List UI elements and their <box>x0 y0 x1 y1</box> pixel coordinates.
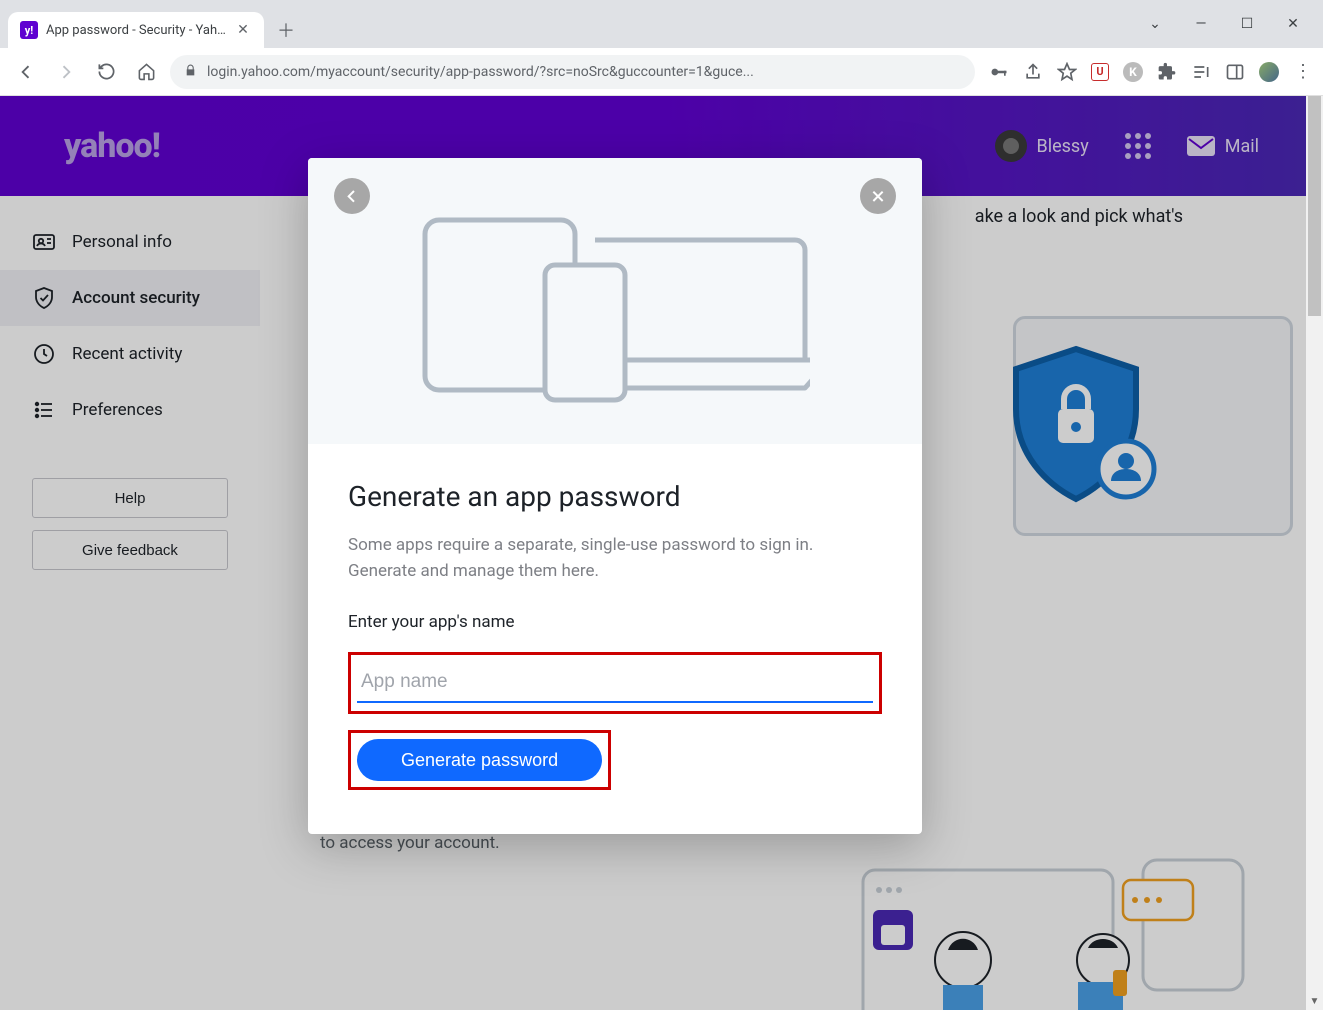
menu-icon[interactable]: ⋮ <box>1293 62 1313 82</box>
extensions-icon[interactable] <box>1157 62 1177 82</box>
browser-tab[interactable]: y! App password - Security - Yahoo ✕ <box>8 12 264 48</box>
address-bar[interactable]: login.yahoo.com/myaccount/security/app-p… <box>170 55 975 89</box>
maximize-icon[interactable]: ☐ <box>1235 16 1259 32</box>
modal-description: Some apps require a separate, single-use… <box>348 533 882 584</box>
modal-title: Generate an app password <box>348 480 882 513</box>
devices-icon <box>420 205 810 405</box>
generate-button-highlight: Generate password <box>348 730 611 790</box>
share-icon[interactable] <box>1023 62 1043 82</box>
titlebar: y! App password - Security - Yahoo ✕ ＋ ⌄… <box>0 0 1323 48</box>
mcafee-icon[interactable]: U <box>1091 63 1109 81</box>
app-password-modal: Generate an app password Some apps requi… <box>308 158 922 834</box>
new-tab-button[interactable]: ＋ <box>272 16 300 44</box>
window-controls: ⌄ ― ☐ ✕ <box>1143 0 1323 48</box>
key-icon[interactable] <box>989 62 1009 82</box>
chevron-down-icon[interactable]: ⌄ <box>1143 16 1167 32</box>
media-icon[interactable] <box>1191 62 1211 82</box>
url-text: login.yahoo.com/myaccount/security/app-p… <box>207 64 754 80</box>
profile-avatar[interactable] <box>1259 62 1279 82</box>
toolbar-actions: U K ⋮ <box>983 62 1313 82</box>
close-tab-icon[interactable]: ✕ <box>234 21 252 39</box>
generate-password-button[interactable]: Generate password <box>357 739 602 781</box>
scroll-down-icon[interactable]: ▼ <box>1306 993 1323 1010</box>
star-icon[interactable] <box>1057 62 1077 82</box>
yahoo-favicon: y! <box>20 21 38 39</box>
scroll-thumb[interactable] <box>1308 96 1321 316</box>
browser-toolbar: login.yahoo.com/myaccount/security/app-p… <box>0 48 1323 96</box>
viewport: yahoo! Blessy Mail <box>0 96 1323 1010</box>
app-name-input[interactable] <box>357 661 873 703</box>
scrollbar[interactable]: ▲ ▼ <box>1306 96 1323 1010</box>
modal-label: Enter your app's name <box>348 612 882 632</box>
sidepanel-icon[interactable] <box>1225 62 1245 82</box>
forward-button[interactable] <box>50 56 82 88</box>
browser-window: y! App password - Security - Yahoo ✕ ＋ ⌄… <box>0 0 1323 1010</box>
tab-title: App password - Security - Yahoo <box>46 23 226 38</box>
extension-k-icon[interactable]: K <box>1123 62 1143 82</box>
home-button[interactable] <box>130 56 162 88</box>
modal-illustration <box>308 158 922 444</box>
reload-button[interactable] <box>90 56 122 88</box>
close-window-icon[interactable]: ✕ <box>1281 16 1305 32</box>
lock-icon <box>184 64 197 80</box>
modal-close-button[interactable] <box>860 178 896 214</box>
back-button[interactable] <box>10 56 42 88</box>
modal-back-button[interactable] <box>334 178 370 214</box>
minimize-icon[interactable]: ― <box>1189 16 1213 32</box>
app-name-input-highlight <box>348 652 882 714</box>
